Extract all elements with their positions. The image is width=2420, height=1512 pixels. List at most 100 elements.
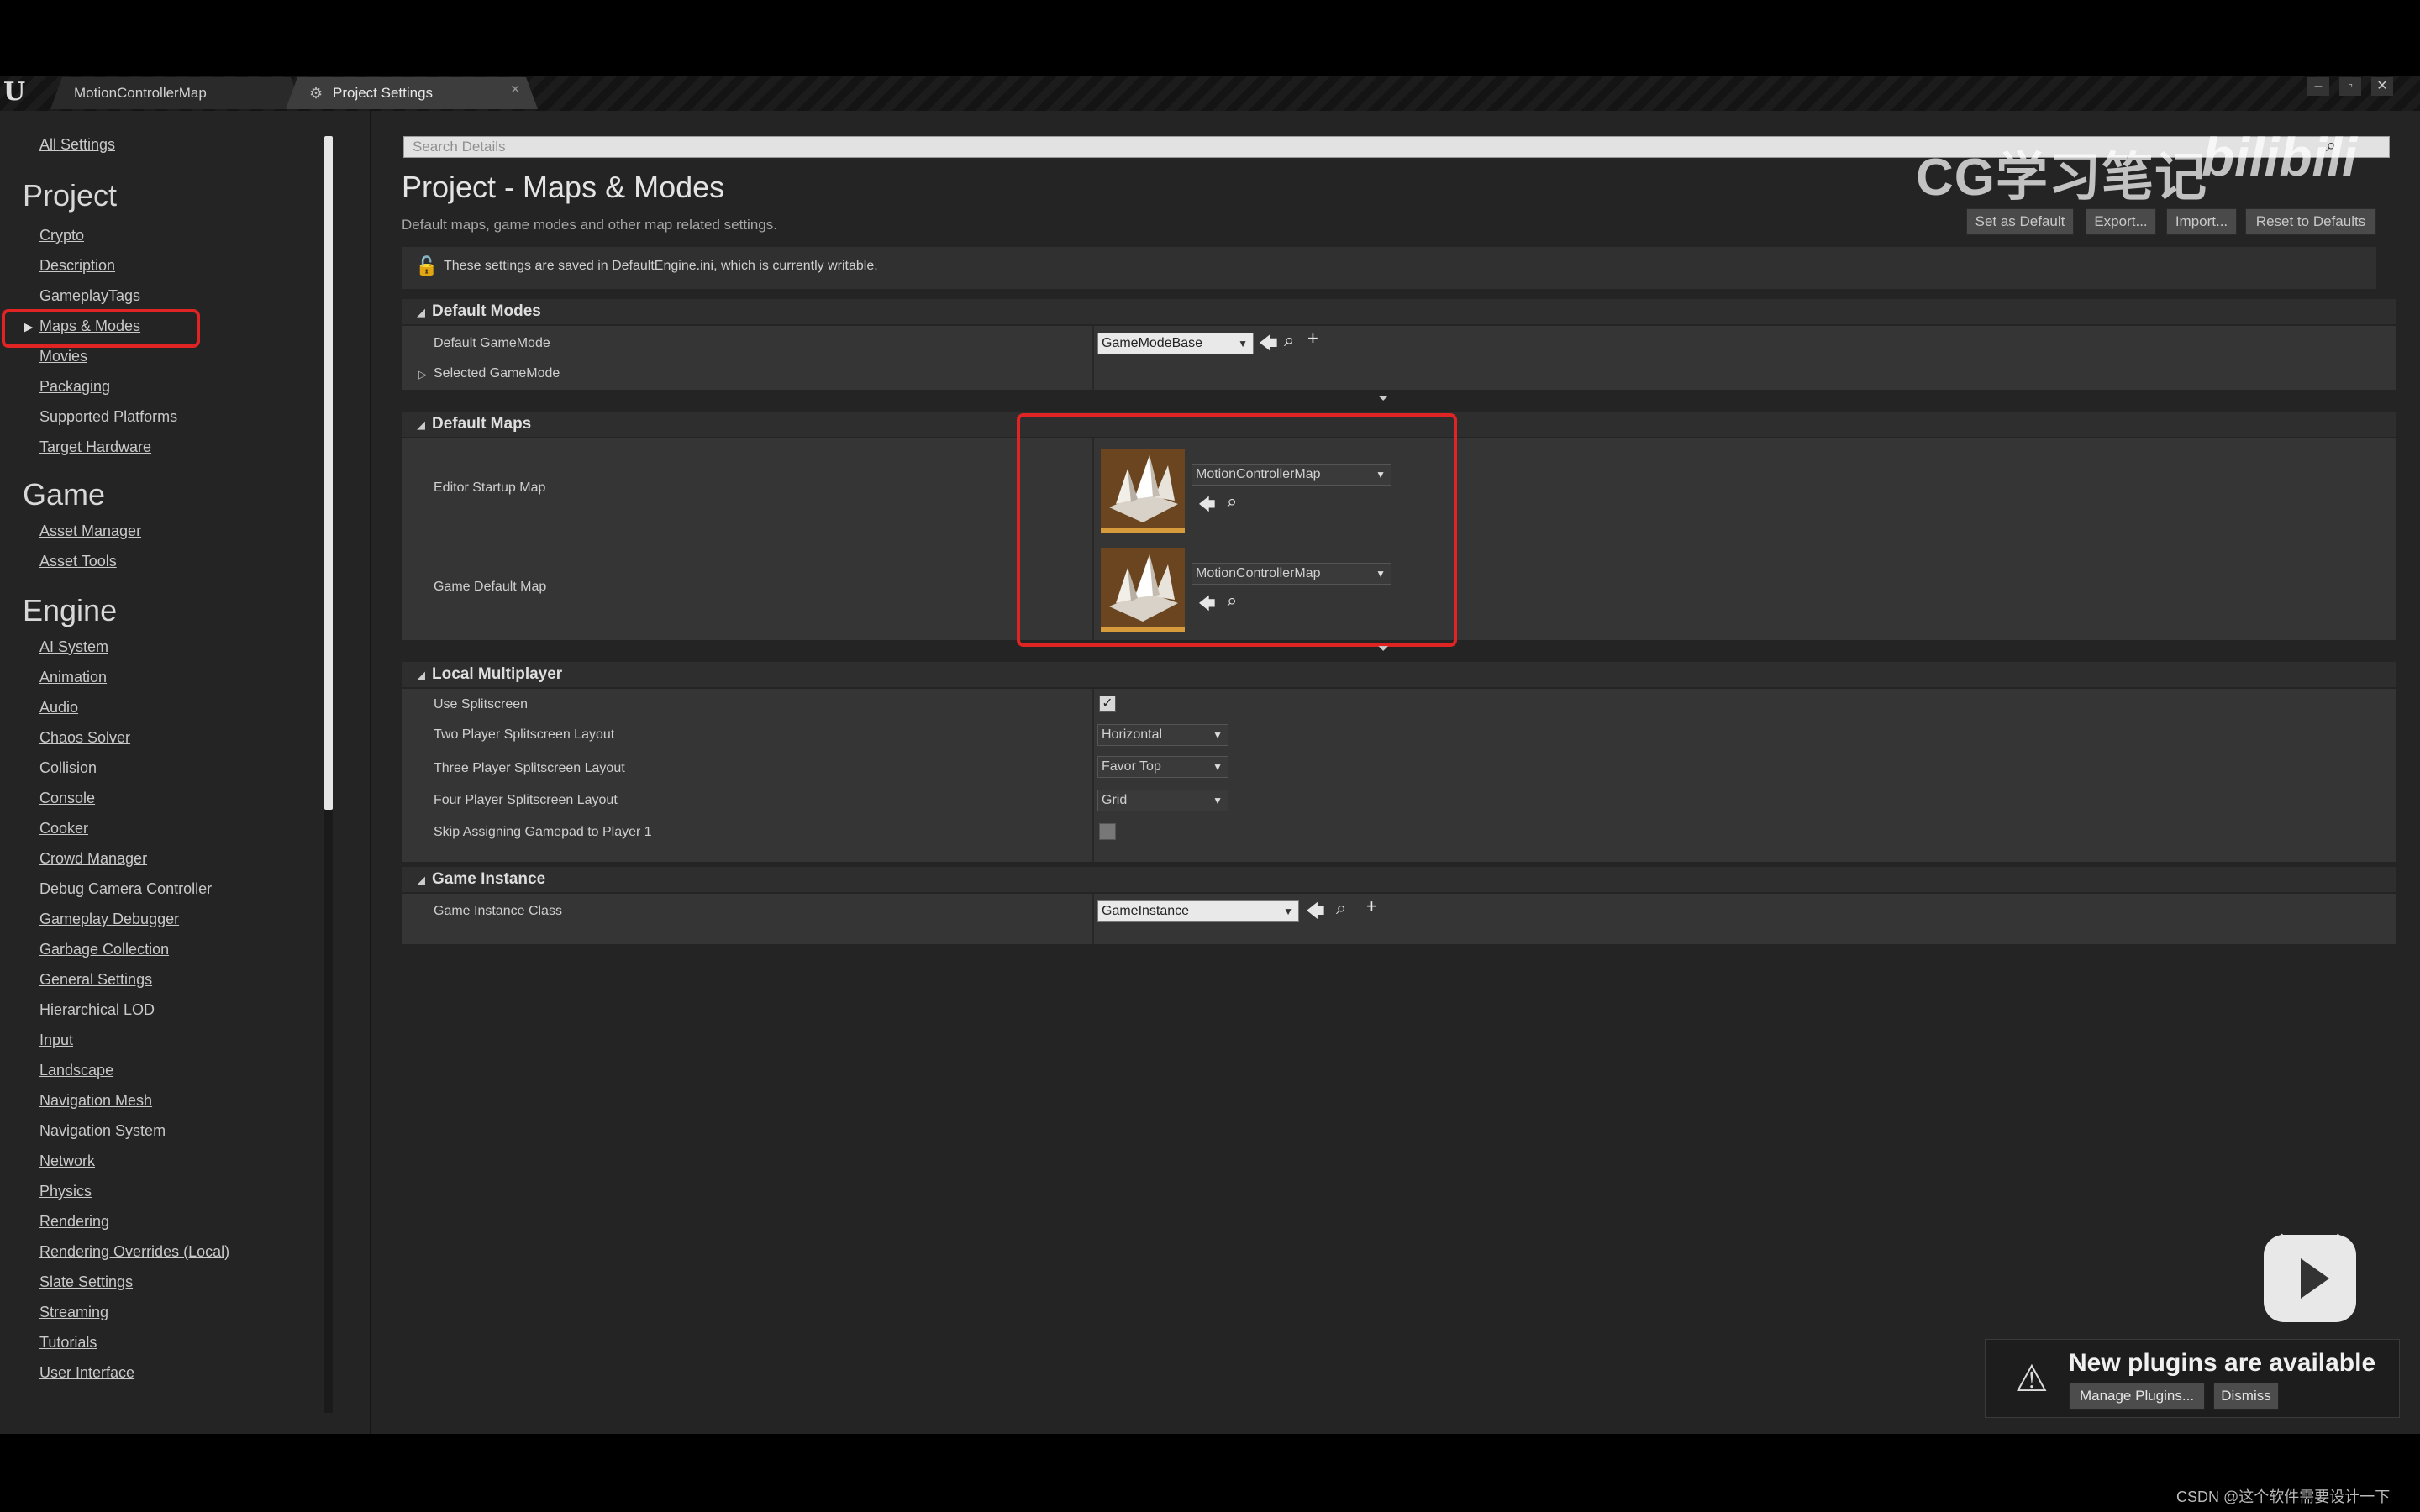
config-notice-text: These settings are saved in DefaultEngin… bbox=[444, 259, 878, 273]
nav-crypto[interactable]: Crypto bbox=[39, 227, 84, 244]
nav-audio[interactable]: Audio bbox=[39, 699, 78, 717]
nav-packaging[interactable]: Packaging bbox=[39, 378, 110, 396]
nav-gameplay-debugger[interactable]: Gameplay Debugger bbox=[39, 911, 179, 928]
nav-asset-tools[interactable]: Asset Tools bbox=[39, 553, 117, 570]
nav-tutorials[interactable]: Tutorials bbox=[39, 1334, 97, 1352]
label-editor-startup-map: Editor Startup Map bbox=[434, 480, 546, 495]
collapse-triangle-icon: ◢ bbox=[417, 669, 425, 681]
section-title-default-maps: Default Maps bbox=[432, 415, 532, 433]
nav-navigation-system[interactable]: Navigation System bbox=[39, 1122, 166, 1140]
nav-cooker[interactable]: Cooker bbox=[39, 820, 88, 837]
collapse-triangle-icon: ◢ bbox=[417, 418, 425, 431]
chevron-down-icon: ▼ bbox=[1283, 906, 1293, 917]
nav-garbage-collection[interactable]: Garbage Collection bbox=[39, 941, 169, 958]
two-player-layout-value: Horizontal bbox=[1102, 727, 1163, 742]
game-instance-class-value: GameInstance bbox=[1102, 904, 1190, 918]
three-player-layout-dropdown[interactable]: Favor Top ▼ bbox=[1097, 756, 1228, 778]
nav-ai-system[interactable]: AI System bbox=[39, 638, 108, 656]
nav-animation[interactable]: Animation bbox=[39, 669, 107, 686]
skip-assigning-gamepad-checkbox[interactable] bbox=[1099, 823, 1116, 840]
close-window-button[interactable]: ✕ bbox=[2371, 77, 2393, 96]
section-header-local-multiplayer[interactable] bbox=[402, 662, 2396, 687]
nav-console[interactable]: Console bbox=[39, 790, 95, 807]
nav-supported-platforms[interactable]: Supported Platforms bbox=[39, 408, 177, 426]
set-as-default-button[interactable]: Set as Default bbox=[1966, 208, 2074, 235]
nav-gameplaytags[interactable]: GameplayTags bbox=[39, 287, 140, 305]
reset-to-defaults-button[interactable]: Reset to Defaults bbox=[2245, 208, 2376, 235]
use-selected-arrow-icon[interactable]: 🡄 bbox=[1306, 897, 1325, 929]
advanced-expander-icon[interactable]: ⏷ bbox=[1378, 391, 1389, 407]
collapse-triangle-icon: ◢ bbox=[417, 306, 425, 318]
add-plus-icon[interactable]: + bbox=[1307, 328, 1318, 349]
nav-all-settings[interactable]: All Settings bbox=[39, 136, 115, 154]
add-plus-icon[interactable]: + bbox=[1366, 895, 1377, 917]
dismiss-button[interactable]: Dismiss bbox=[2213, 1383, 2279, 1410]
chevron-down-icon: ▼ bbox=[1213, 795, 1223, 806]
nav-chaos-solver[interactable]: Chaos Solver bbox=[39, 729, 130, 747]
advanced-expander-icon[interactable]: ⏷ bbox=[1378, 642, 1389, 657]
nav-hierarchical-lod[interactable]: Hierarchical LOD bbox=[39, 1001, 155, 1019]
watermark-text: CG学习笔记 bbox=[1916, 149, 2208, 207]
tab-motioncontrollermap[interactable]: MotionControllerMap bbox=[50, 77, 302, 109]
nav-user-interface[interactable]: User Interface bbox=[39, 1364, 134, 1382]
section-header-game-instance[interactable] bbox=[402, 867, 2396, 892]
two-player-layout-dropdown[interactable]: Horizontal ▼ bbox=[1097, 724, 1228, 746]
tab-close-icon[interactable]: × bbox=[511, 81, 520, 98]
column-divider bbox=[1092, 326, 1094, 390]
column-divider bbox=[1092, 689, 1094, 862]
nav-debug-camera-controller[interactable]: Debug Camera Controller bbox=[39, 880, 212, 898]
section-header-default-modes[interactable] bbox=[402, 299, 2396, 324]
import-button[interactable]: Import... bbox=[2166, 208, 2237, 235]
nav-general-settings[interactable]: General Settings bbox=[39, 971, 152, 989]
nav-slate-settings[interactable]: Slate Settings bbox=[39, 1273, 133, 1291]
label-four-player-layout: Four Player Splitscreen Layout bbox=[434, 793, 618, 807]
nav-collision[interactable]: Collision bbox=[39, 759, 97, 777]
nav-physics[interactable]: Physics bbox=[39, 1183, 92, 1200]
nav-rendering-overrides[interactable]: Rendering Overrides (Local) bbox=[39, 1243, 229, 1261]
section-title-game-instance: Game Instance bbox=[432, 870, 546, 888]
game-instance-class-dropdown[interactable]: GameInstance ▼ bbox=[1097, 900, 1299, 922]
nav-crowd-manager[interactable]: Crowd Manager bbox=[39, 850, 147, 868]
expand-triangle-icon[interactable]: ▷ bbox=[418, 368, 427, 381]
manage-plugins-button[interactable]: Manage Plugins... bbox=[2069, 1383, 2205, 1410]
nav-movies[interactable]: Movies bbox=[39, 348, 87, 365]
nav-navigation-mesh[interactable]: Navigation Mesh bbox=[39, 1092, 152, 1110]
nav-network[interactable]: Network bbox=[39, 1152, 95, 1170]
default-gamemode-dropdown[interactable]: GameModeBase ▼ bbox=[1097, 333, 1254, 354]
nav-description[interactable]: Description bbox=[39, 257, 115, 275]
highlight-box-maps-modes bbox=[2, 309, 200, 348]
use-splitscreen-checkbox[interactable]: ✓ bbox=[1099, 696, 1116, 712]
play-triangle-icon bbox=[2301, 1258, 2329, 1299]
label-game-default-map: Game Default Map bbox=[434, 580, 547, 594]
column-divider bbox=[1092, 894, 1094, 944]
label-default-gamemode: Default GameMode bbox=[434, 336, 550, 350]
top-letterbox bbox=[0, 0, 2420, 76]
export-button[interactable]: Export... bbox=[2086, 208, 2156, 235]
default-gamemode-value: GameModeBase bbox=[1102, 336, 1203, 350]
four-player-layout-dropdown[interactable]: Grid ▼ bbox=[1097, 790, 1228, 811]
label-two-player-layout: Two Player Splitscreen Layout bbox=[434, 727, 615, 742]
browse-search-icon[interactable]: ⌕ bbox=[1336, 897, 1346, 919]
use-selected-arrow-icon[interactable]: 🡄 bbox=[1259, 329, 1278, 361]
bilibili-logo: bilibili bbox=[2202, 127, 2357, 187]
browse-search-icon[interactable]: ⌕ bbox=[1284, 329, 1294, 351]
nav-asset-manager[interactable]: Asset Manager bbox=[39, 522, 141, 540]
nav-rendering[interactable]: Rendering bbox=[39, 1213, 109, 1231]
unlocked-lock-icon: 🔓 bbox=[415, 255, 439, 276]
maximize-button[interactable]: ▫ bbox=[2339, 77, 2361, 96]
label-skip-assigning-gamepad: Skip Assigning Gamepad to Player 1 bbox=[434, 825, 652, 839]
minimize-button[interactable]: – bbox=[2307, 77, 2329, 96]
sidebar-scrollbar[interactable] bbox=[324, 136, 333, 810]
chevron-down-icon: ▼ bbox=[1213, 729, 1223, 741]
nav-heading-engine: Engine bbox=[23, 593, 118, 627]
settings-gear-icon: ⚙ bbox=[309, 85, 324, 102]
unreal-logo-icon[interactable]: U bbox=[3, 77, 32, 108]
nav-landscape[interactable]: Landscape bbox=[39, 1062, 113, 1079]
footer-credit: CSDN @这个软件需要设计一下 bbox=[2176, 1488, 2391, 1505]
bottom-letterbox bbox=[0, 1434, 2420, 1512]
nav-target-hardware[interactable]: Target Hardware bbox=[39, 438, 151, 456]
nav-input[interactable]: Input bbox=[39, 1032, 73, 1049]
nav-streaming[interactable]: Streaming bbox=[39, 1304, 108, 1321]
label-selected-gamemode: Selected GameMode bbox=[434, 366, 560, 381]
three-player-layout-value: Favor Top bbox=[1102, 759, 1161, 774]
